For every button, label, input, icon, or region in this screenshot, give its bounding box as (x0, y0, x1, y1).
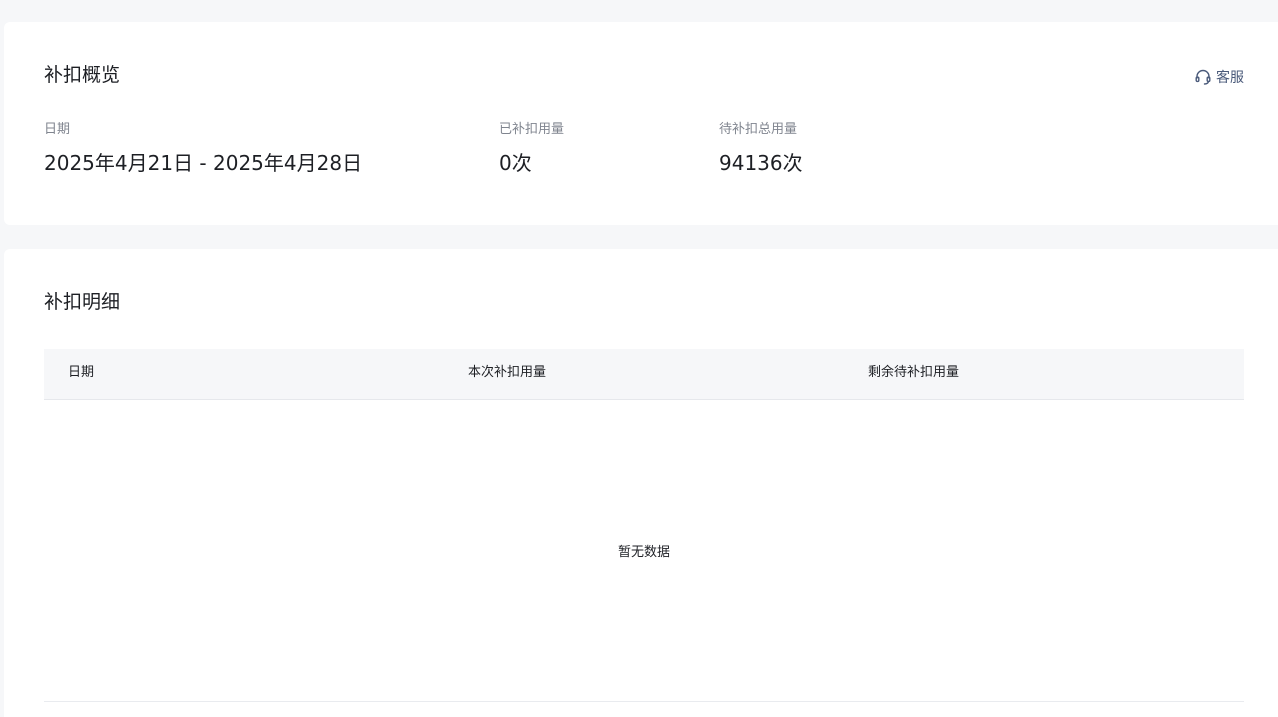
empty-state-text: 暂无数据 (617, 545, 670, 560)
column-header-remaining-deduction: 剩余待补扣用量 (868, 365, 960, 380)
headset-icon (1194, 68, 1212, 86)
detail-title: 补扣明细 (44, 291, 121, 313)
detail-card: 补扣明细 日期 本次补扣用量 剩余待补扣用量 暂无数据 (4, 249, 1278, 717)
column-header-date: 日期 (68, 365, 95, 380)
overview-title: 补扣概览 (44, 64, 121, 86)
stat-pending-label: 待补扣总用量 (719, 122, 798, 137)
table-header: 日期 本次补扣用量 剩余待补扣用量 (44, 349, 1244, 400)
stat-date-value: 2025年4月21日 - 2025年4月28日 (44, 151, 363, 175)
stat-used-label: 已补扣用量 (499, 122, 565, 137)
stat-date: 日期 2025年4月21日 - 2025年4月28日 (44, 123, 362, 173)
stat-pending-value: 94136次 (719, 151, 803, 175)
customer-service-label: 客服 (1216, 70, 1244, 86)
stat-pending: 待补扣总用量 94136次 (719, 123, 803, 173)
customer-service-link[interactable]: 客服 (1194, 67, 1244, 87)
column-header-current-deduction: 本次补扣用量 (468, 365, 547, 380)
overview-card: 补扣概览 客服 日期 2025年4月21日 - 2025年4月28日 已补扣用量… (4, 22, 1278, 225)
stat-used-value: 0次 (499, 151, 532, 175)
stat-date-label: 日期 (44, 122, 71, 137)
stat-used: 已补扣用量 0次 (499, 123, 564, 173)
detail-table: 日期 本次补扣用量 剩余待补扣用量 暂无数据 (44, 349, 1244, 702)
